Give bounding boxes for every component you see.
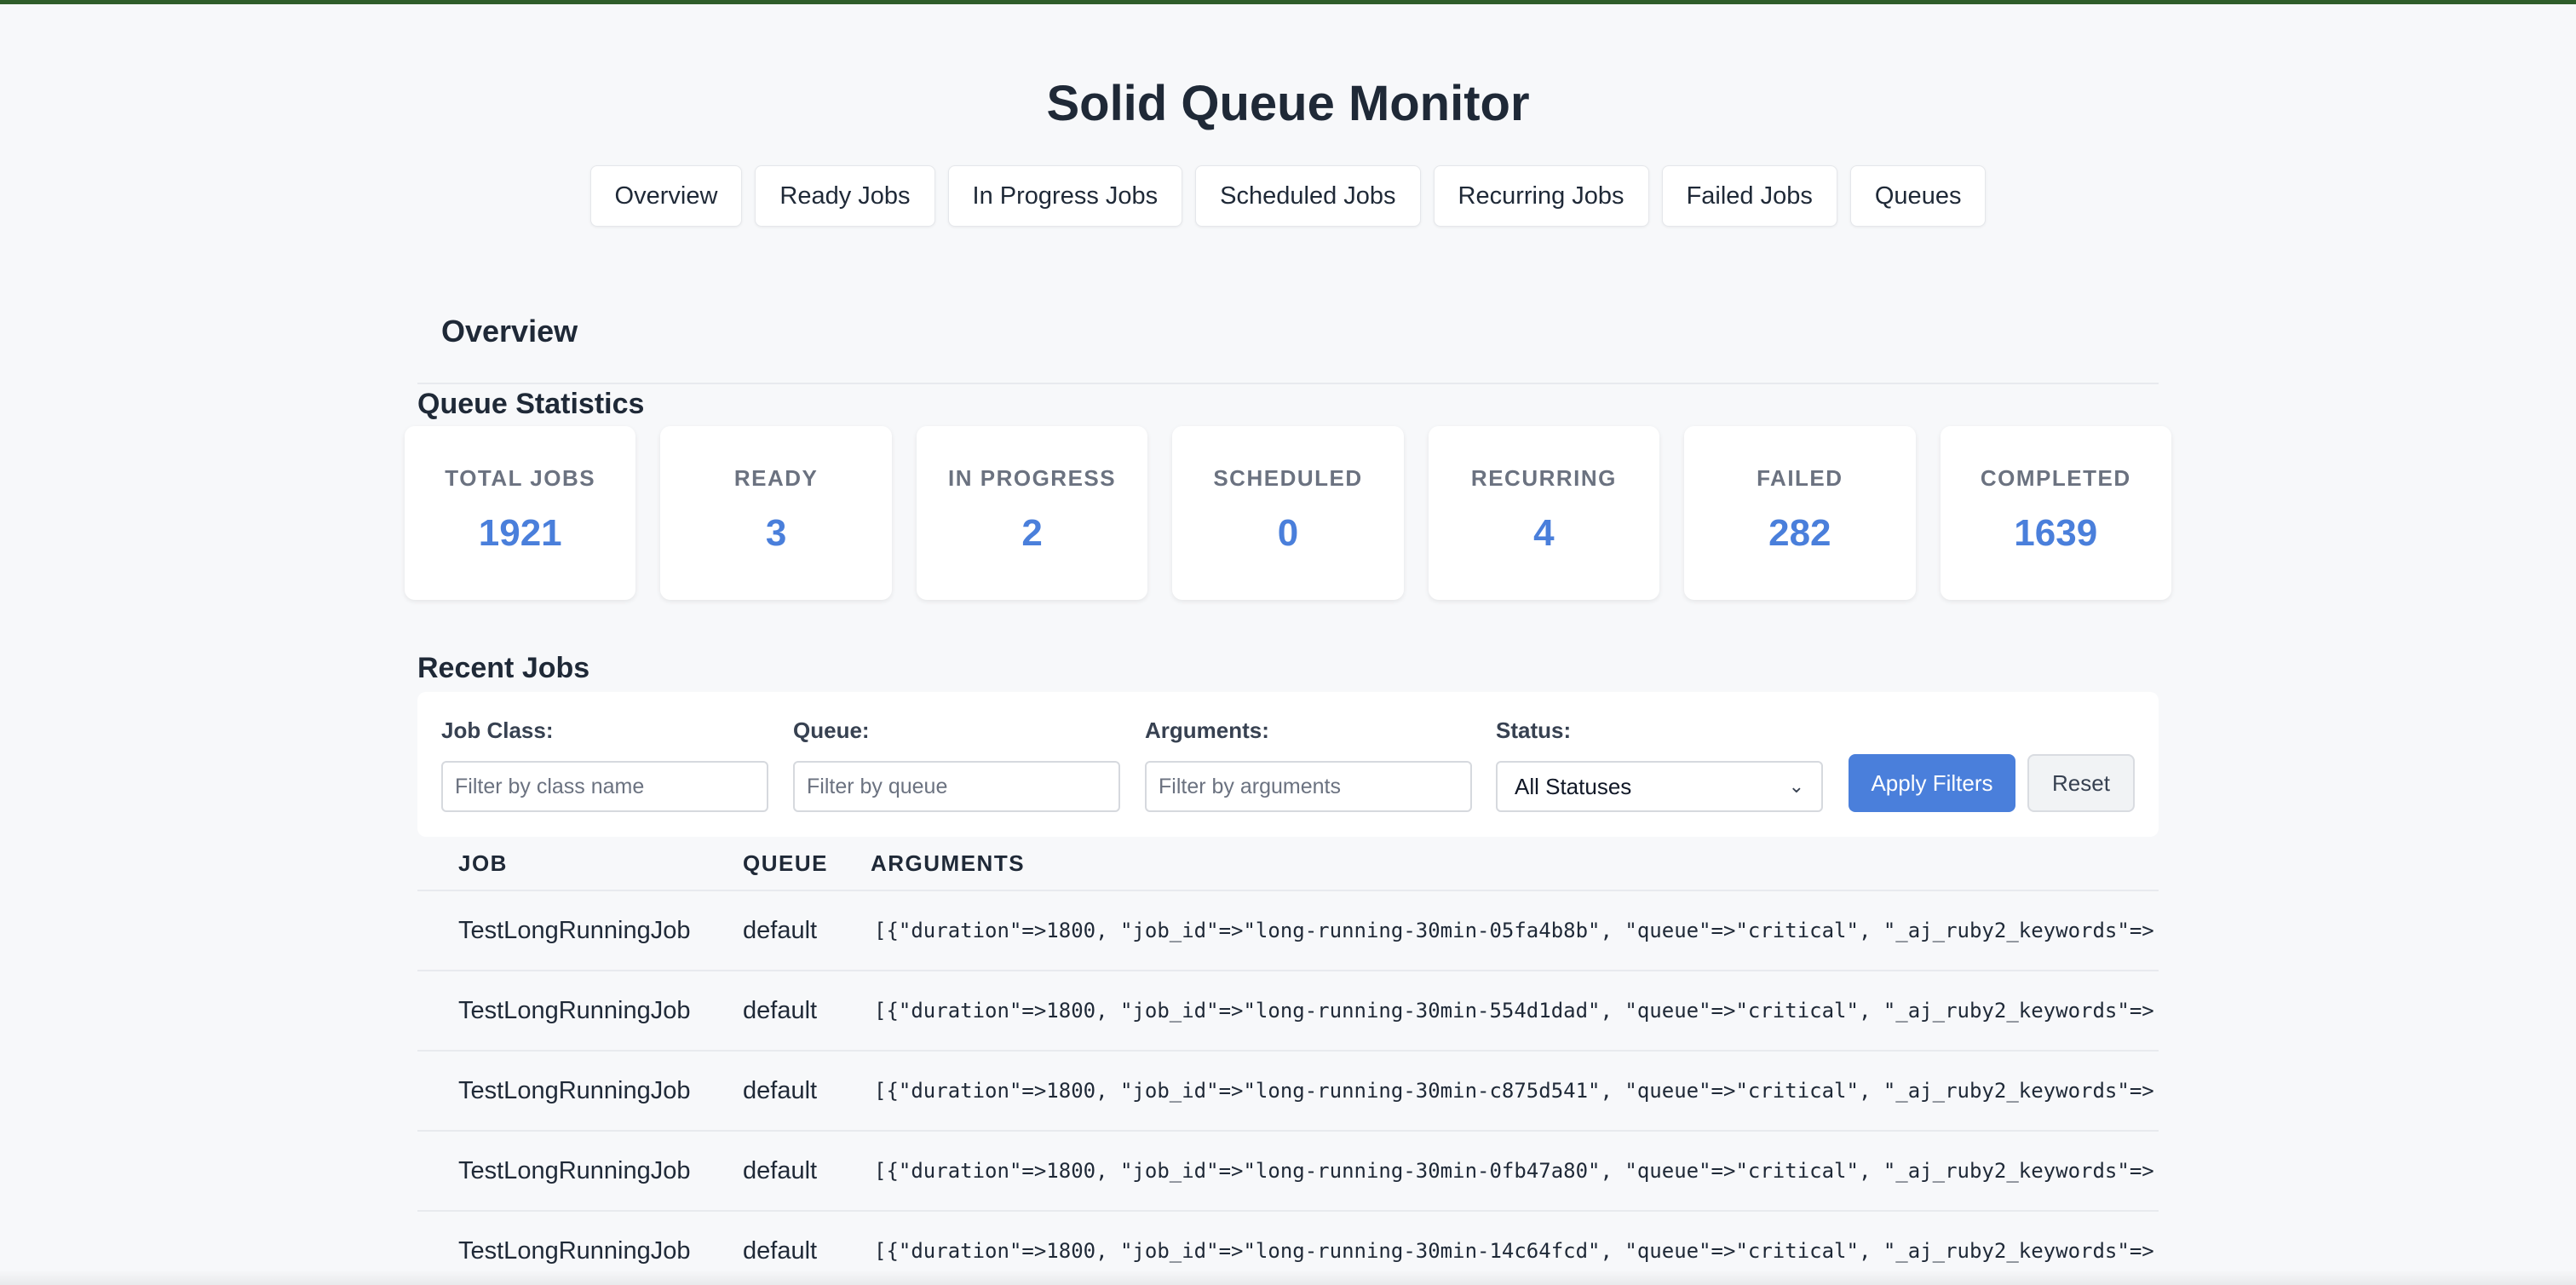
nav-queues[interactable]: Queues — [1849, 165, 1987, 227]
stat-value: 4 — [1533, 512, 1555, 554]
stat-label: COMPLETED — [1980, 465, 2131, 491]
nav-scheduled-jobs[interactable]: Scheduled Jobs — [1195, 165, 1421, 227]
nav-in-progress-jobs[interactable]: In Progress Jobs — [947, 165, 1183, 227]
bottom-shade — [0, 1270, 2576, 1285]
queue-statistics-title: Queue Statistics — [417, 388, 645, 420]
table-row[interactable]: TestLongRunningJob default [{"duration"=… — [417, 1130, 2159, 1210]
stat-label: SCHEDULED — [1213, 465, 1363, 491]
arguments-filter: Arguments: — [1145, 717, 1472, 812]
jobs-table: JOB QUEUE ARGUMENTS TestLongRunningJob d… — [417, 837, 2159, 1285]
stat-label: FAILED — [1757, 465, 1843, 491]
header-queue: QUEUE — [743, 850, 828, 876]
table-header: JOB QUEUE ARGUMENTS — [417, 837, 2159, 890]
apply-filters-button[interactable]: Apply Filters — [1849, 754, 2015, 812]
cell-arguments: [{"duration"=>1800, "job_id"=>"long-runn… — [874, 999, 2159, 1023]
job-class-label: Job Class: — [441, 717, 554, 743]
table-row[interactable]: TestLongRunningJob default [{"duration"=… — [417, 970, 2159, 1050]
header-job: JOB — [458, 850, 508, 876]
stat-card-scheduled: SCHEDULED 0 — [1172, 426, 1404, 600]
top-accent-bar — [0, 0, 2576, 4]
cell-queue: default — [743, 1076, 818, 1104]
stat-value: 2 — [1021, 512, 1043, 554]
stat-value: 0 — [1277, 512, 1299, 554]
nav-ready-jobs[interactable]: Ready Jobs — [755, 165, 935, 227]
chevron-down-icon: ⌄ — [1788, 775, 1804, 797]
job-class-input[interactable] — [441, 761, 768, 812]
app-title: Solid Queue Monitor — [1046, 76, 1530, 131]
reset-button[interactable]: Reset — [2027, 754, 2135, 812]
stat-label: TOTAL JOBS — [445, 465, 596, 491]
status-label: Status: — [1496, 717, 1572, 743]
job-class-filter: Job Class: — [441, 717, 768, 812]
filter-panel: Job Class: Queue: Arguments: Status: All… — [417, 692, 2159, 837]
cell-queue: default — [743, 1236, 818, 1265]
nav-overview[interactable]: Overview — [589, 165, 743, 227]
main-nav: Overview Ready Jobs In Progress Jobs Sch… — [0, 165, 2576, 227]
cell-arguments: [{"duration"=>1800, "job_id"=>"long-runn… — [874, 1239, 2159, 1263]
stat-label: IN PROGRESS — [948, 465, 1117, 491]
status-filter: Status: All Statuses ⌄ — [1496, 717, 1823, 812]
queue-label: Queue: — [793, 717, 870, 743]
cell-job: TestLongRunningJob — [458, 1236, 691, 1265]
section-title: Overview — [441, 314, 578, 349]
cell-arguments: [{"duration"=>1800, "job_id"=>"long-runn… — [874, 1159, 2159, 1183]
nav-failed-jobs[interactable]: Failed Jobs — [1661, 165, 1837, 227]
cell-arguments: [{"duration"=>1800, "job_id"=>"long-runn… — [874, 919, 2159, 942]
header-arguments: ARGUMENTS — [871, 850, 1026, 876]
cell-job: TestLongRunningJob — [458, 996, 691, 1024]
stat-value: 282 — [1768, 512, 1831, 554]
queue-input[interactable] — [793, 761, 1120, 812]
cell-queue: default — [743, 1156, 818, 1184]
table-row[interactable]: TestLongRunningJob default [{"duration"=… — [417, 1050, 2159, 1130]
stat-card-ready: READY 3 — [660, 426, 892, 600]
stat-card-completed: COMPLETED 1639 — [1940, 426, 2171, 600]
nav-recurring-jobs[interactable]: Recurring Jobs — [1433, 165, 1649, 227]
stat-value: 1921 — [478, 512, 562, 554]
stat-label: READY — [733, 465, 819, 491]
stat-value: 3 — [765, 512, 787, 554]
stat-card-in-progress: IN PROGRESS 2 — [916, 426, 1148, 600]
cell-job: TestLongRunningJob — [458, 1076, 691, 1104]
cell-job: TestLongRunningJob — [458, 1156, 691, 1184]
cell-queue: default — [743, 996, 818, 1024]
stat-card-total-jobs: TOTAL JOBS 1921 — [405, 426, 636, 600]
stat-label: RECURRING — [1470, 465, 1617, 491]
stat-value: 1639 — [2014, 512, 2098, 554]
stat-card-failed: FAILED 282 — [1684, 426, 1916, 600]
cell-job: TestLongRunningJob — [458, 916, 691, 944]
queue-filter: Queue: — [793, 717, 1120, 812]
page: Solid Queue Monitor Overview Ready Jobs … — [0, 0, 2576, 1285]
stats-row: TOTAL JOBS 1921 READY 3 IN PROGRESS 2 SC… — [405, 426, 2171, 600]
section-divider — [417, 383, 2159, 384]
cell-queue: default — [743, 916, 818, 944]
cell-arguments: [{"duration"=>1800, "job_id"=>"long-runn… — [874, 1079, 2159, 1103]
stat-card-recurring: RECURRING 4 — [1428, 426, 1660, 600]
arguments-label: Arguments: — [1145, 717, 1269, 743]
arguments-input[interactable] — [1145, 761, 1472, 812]
status-select[interactable]: All Statuses ⌄ — [1496, 761, 1823, 812]
table-row[interactable]: TestLongRunningJob default [{"duration"=… — [417, 890, 2159, 970]
recent-jobs-title: Recent Jobs — [417, 652, 590, 684]
status-selected-value: All Statuses — [1515, 773, 1632, 799]
